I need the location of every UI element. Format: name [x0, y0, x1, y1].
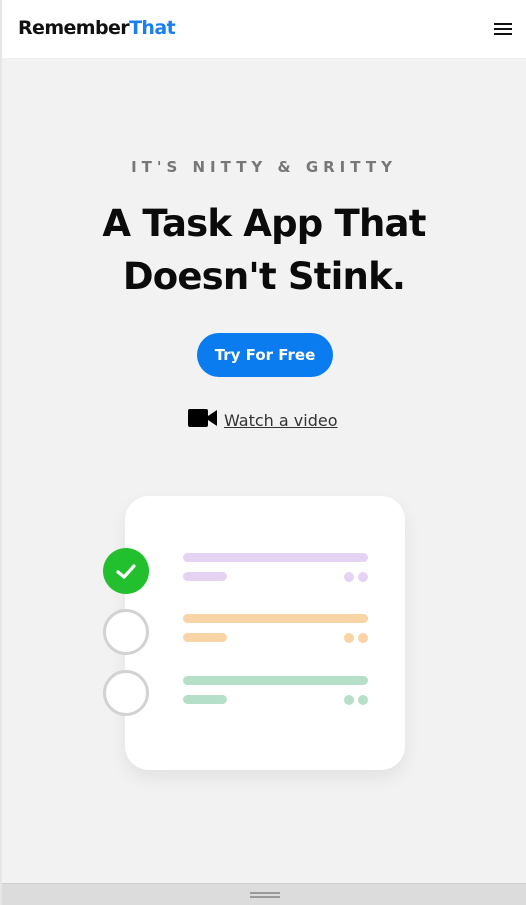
task-dot	[344, 695, 354, 705]
grip-line	[250, 892, 280, 894]
app-frame: RememberThat IT'S NITTY & GRITTY A Task …	[0, 0, 526, 905]
logo-text-that: That	[129, 17, 176, 39]
checkmark-icon	[116, 564, 136, 579]
task-meta-placeholder	[183, 633, 227, 642]
logo-text-remember: Remember	[18, 17, 130, 39]
task-dot	[358, 695, 368, 705]
task-title-placeholder	[183, 676, 368, 685]
hamburger-menu-icon[interactable]	[493, 20, 513, 38]
hero-headline: A Task App That Doesn't Stink.	[102, 202, 426, 298]
task-meta-placeholder	[183, 695, 227, 704]
hero-section: IT'S NITTY & GRITTY A Task App That Does…	[2, 59, 526, 883]
drag-handle-icon[interactable]	[250, 891, 280, 899]
task-empty-checkbox	[103, 609, 149, 655]
hero-eyebrow: IT'S NITTY & GRITTY	[131, 158, 397, 176]
task-dot	[344, 633, 354, 643]
task-complete-checkbox	[103, 548, 149, 594]
bottom-panel-bar	[2, 883, 526, 905]
menu-line	[494, 23, 512, 25]
watch-video-label: Watch a video	[224, 411, 338, 430]
task-dot	[344, 572, 354, 582]
top-navbar: RememberThat	[2, 0, 526, 59]
task-dot	[358, 572, 368, 582]
logo[interactable]: RememberThat	[18, 16, 176, 40]
task-title-placeholder	[183, 553, 368, 562]
task-empty-checkbox	[103, 670, 149, 716]
grip-line	[250, 896, 280, 898]
try-for-free-button[interactable]: Try For Free	[197, 333, 333, 377]
task-meta-placeholder	[183, 572, 227, 581]
task-title-placeholder	[183, 614, 368, 623]
menu-line	[494, 33, 512, 35]
video-camera-icon	[188, 409, 217, 427]
menu-line	[494, 28, 512, 30]
task-dot	[358, 633, 368, 643]
